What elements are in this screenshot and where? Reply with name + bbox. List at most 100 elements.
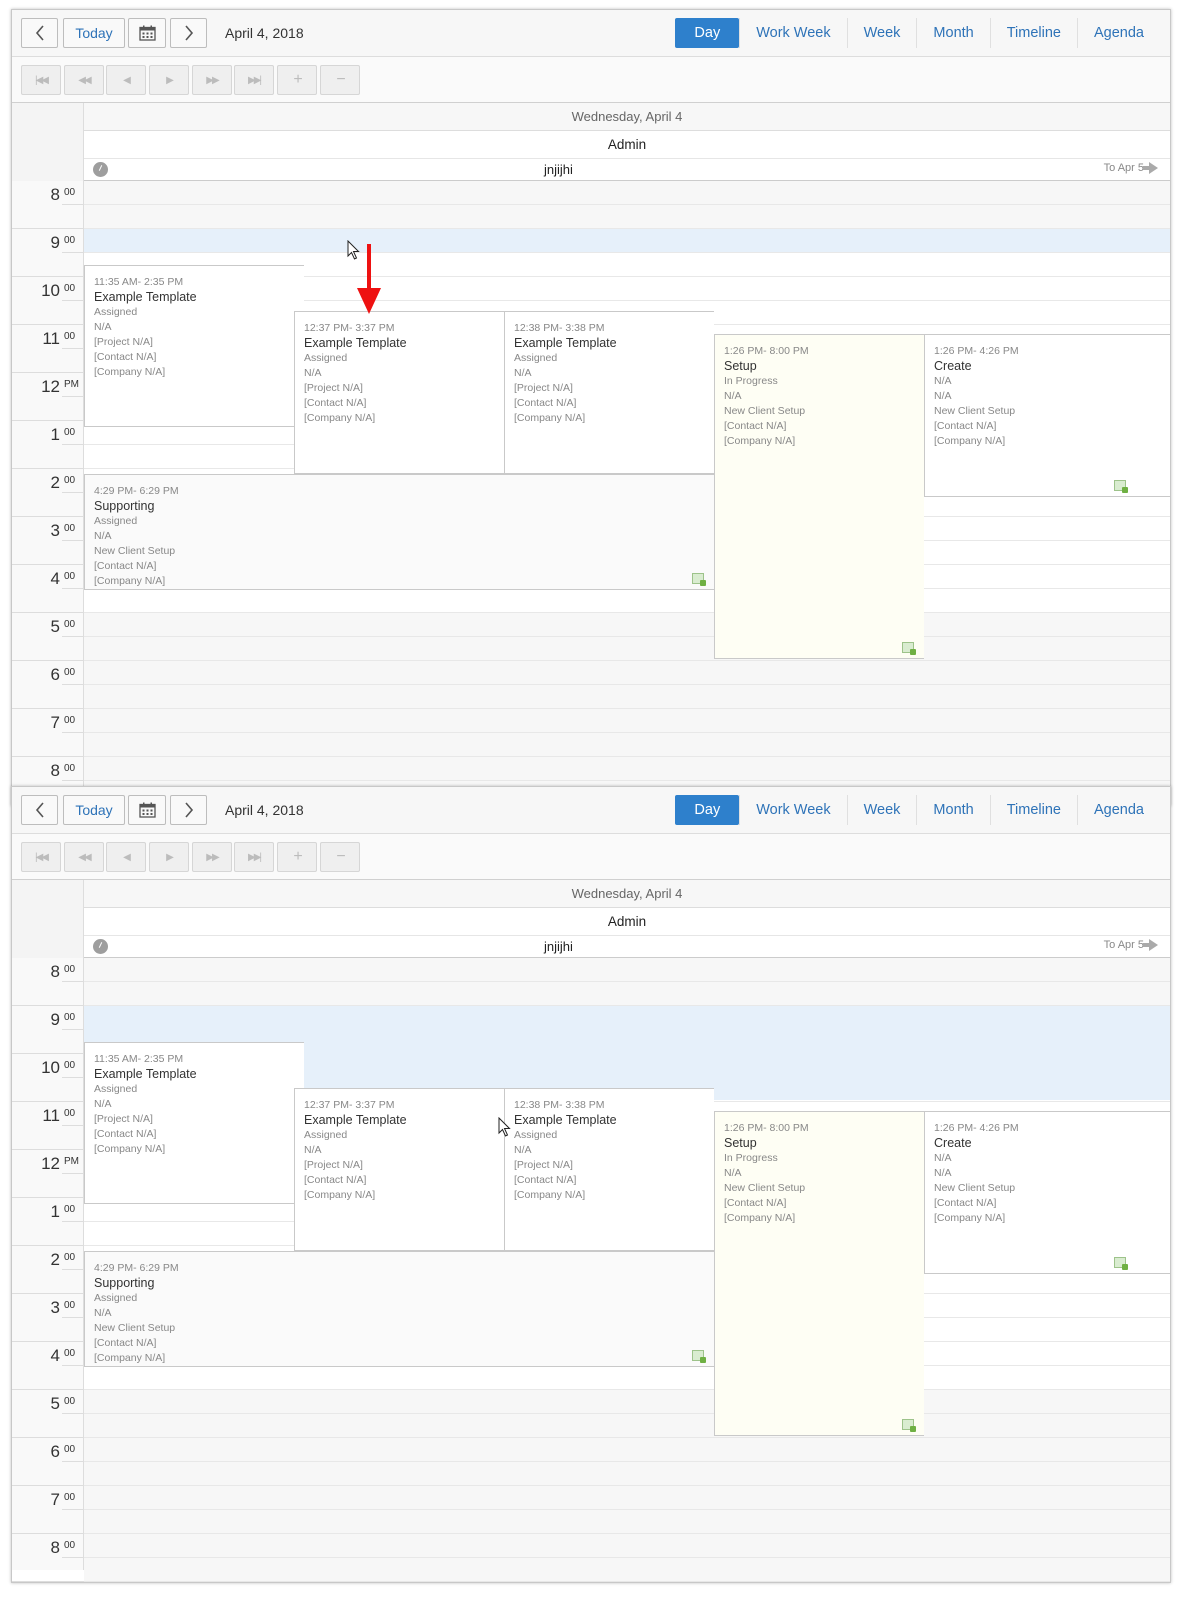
view-tab-timeline[interactable]: Timeline (989, 18, 1077, 48)
time-slots-area[interactable]: 8 00 9 00 10 00 11 00 12 PM 1 00 2 00 3 00 4 00 5 00 6 00 7 00 8… (12, 958, 1170, 1582)
first-button[interactable]: |◀◀ (21, 842, 61, 872)
day-header[interactable]: Wednesday, April 4 (84, 880, 1170, 908)
forward-button[interactable]: ▶ (149, 842, 189, 872)
zoom-out-button[interactable]: − (320, 65, 360, 95)
next-date-button[interactable] (170, 18, 207, 48)
to-next-day-link[interactable]: To Apr 5 (1104, 162, 1158, 174)
zoom-in-button[interactable]: + (277, 65, 317, 95)
appointment[interactable]: 12:37 PM- 3:37 PM Example Template Assigne… (294, 311, 514, 474)
time-slot[interactable] (84, 1486, 1170, 1510)
note-icon[interactable] (902, 1419, 916, 1432)
back-button[interactable]: ◀ (106, 65, 146, 95)
to-next-day-link[interactable]: To Apr 5 (1104, 939, 1158, 951)
appointment[interactable]: 1:26 PM- 4:26 PM Create N/A N/A New Client S… (924, 1111, 1170, 1274)
back-button[interactable]: ◀ (106, 842, 146, 872)
last-button[interactable]: ▶▶| (234, 65, 274, 95)
appointment[interactable]: 4:29 PM- 6:29 PM Supporting Assigned N/A New… (84, 474, 714, 590)
appointment[interactable]: 1:26 PM- 8:00 PM Setup In Progress N/A New C… (714, 334, 924, 659)
prev-date-button[interactable] (21, 795, 58, 825)
appointment-detail: Assigned (304, 352, 348, 364)
fast-back-button[interactable]: ◀◀ (64, 842, 104, 872)
view-tab-agenda[interactable]: Agenda (1077, 18, 1160, 48)
appointment[interactable]: 12:38 PM- 3:38 PM Example Template Assigne… (504, 311, 714, 474)
view-tab-day[interactable]: Day (675, 795, 740, 825)
date-picker-button[interactable] (128, 18, 166, 48)
time-slot[interactable] (84, 1534, 1170, 1558)
view-tab-day[interactable]: Day (675, 18, 740, 48)
appointment-content: 1:26 PM- 8:00 PM Setup In Progress N/A New C… (723, 335, 924, 658)
time-slot[interactable] (84, 685, 1170, 709)
time-slot[interactable] (84, 589, 1170, 613)
zoom-out-icon: − (336, 848, 345, 865)
hour-suffix: 00 (64, 619, 76, 630)
time-slot[interactable] (84, 733, 1170, 757)
appointment[interactable]: 12:37 PM- 3:37 PM Example Template Assigne… (294, 1088, 514, 1251)
appointment[interactable]: 4:29 PM- 6:29 PM Supporting Assigned N/A New… (84, 1251, 714, 1367)
time-slot[interactable] (84, 613, 1170, 637)
arrow-right-icon (1143, 939, 1158, 951)
time-slot[interactable] (84, 1438, 1170, 1462)
time-slot[interactable] (84, 982, 1170, 1006)
fast-forward-button[interactable]: ▶▶ (192, 842, 232, 872)
note-icon[interactable] (1114, 480, 1128, 493)
view-tab-agenda[interactable]: Agenda (1077, 795, 1160, 825)
appointment[interactable]: 11:35 AM- 2:35 PM Example Template Assigne… (84, 265, 304, 427)
selected-time-range[interactable] (84, 229, 1170, 252)
appointment[interactable]: 1:26 PM- 8:00 PM Setup In Progress N/A New C… (714, 1111, 924, 1436)
appointment-detail: [Company N/A] (514, 412, 586, 424)
zoom-out-button[interactable]: − (320, 842, 360, 872)
next-date-button[interactable] (170, 795, 207, 825)
view-tab-work-week[interactable]: Work Week (739, 795, 846, 825)
view-tab-month[interactable]: Month (916, 795, 989, 825)
zoom-in-button[interactable]: + (277, 842, 317, 872)
forward-button[interactable]: ▶ (149, 65, 189, 95)
appointment[interactable]: 12:38 PM- 3:38 PM Example Template Assigne… (504, 1088, 714, 1251)
time-slot[interactable] (84, 709, 1170, 733)
view-tab-work-week[interactable]: Work Week (739, 18, 846, 48)
back-icon: ◀ (123, 74, 131, 86)
hour-number: 2 (50, 473, 60, 492)
time-slot[interactable] (84, 1414, 1170, 1438)
time-slot[interactable] (84, 1558, 1170, 1582)
appointment-detail: In Progress (724, 375, 778, 387)
fast-back-button[interactable]: ◀◀ (64, 65, 104, 95)
time-slot[interactable] (84, 1462, 1170, 1486)
last-button[interactable]: ▶▶| (234, 842, 274, 872)
time-slot[interactable] (84, 181, 1170, 205)
today-button[interactable]: Today (63, 795, 125, 825)
appointment[interactable]: 1:26 PM- 4:26 PM Create N/A N/A New Client S… (924, 334, 1170, 497)
to-next-day-label: To Apr 5 (1103, 162, 1144, 174)
date-picker-button[interactable] (128, 795, 166, 825)
zoom-out-icon: − (336, 71, 345, 88)
time-slot[interactable] (84, 757, 1170, 781)
time-slot[interactable] (84, 1510, 1170, 1534)
hour-number: 1 (50, 425, 60, 444)
first-button[interactable]: |◀◀ (21, 65, 61, 95)
appointment-detail: New Client Setup (724, 1182, 806, 1194)
note-icon[interactable] (692, 573, 706, 586)
view-tab-month[interactable]: Month (916, 18, 989, 48)
time-slot[interactable] (84, 1366, 1170, 1390)
time-slot[interactable] (84, 661, 1170, 685)
view-tab-timeline[interactable]: Timeline (989, 795, 1077, 825)
note-icon[interactable] (692, 1350, 706, 1363)
note-icon[interactable] (902, 642, 916, 655)
fast-forward-button[interactable]: ▶▶ (192, 65, 232, 95)
time-slot[interactable] (84, 958, 1170, 982)
appointment-title: Example Template (94, 290, 197, 304)
appointment-detail: New Client Setup (934, 405, 1016, 417)
half-hour-tick (62, 348, 84, 349)
hour-number: 3 (50, 1298, 60, 1317)
time-slot[interactable] (84, 205, 1170, 229)
time-slot[interactable] (84, 1390, 1170, 1414)
view-tab-week[interactable]: Week (846, 18, 917, 48)
appointment[interactable]: 11:35 AM- 2:35 PM Example Template Assigne… (84, 1042, 304, 1204)
time-slot[interactable] (84, 637, 1170, 661)
note-icon[interactable] (1114, 1257, 1128, 1270)
view-tab-week[interactable]: Week (846, 795, 917, 825)
prev-date-button[interactable] (21, 18, 58, 48)
today-button[interactable]: Today (63, 18, 125, 48)
day-header[interactable]: Wednesday, April 4 (84, 103, 1170, 131)
time-slots-area[interactable]: 8 00 9 00 10 00 11 00 12 PM 1 00 2 00 3 00 4 00 5 00 6 00 7 00 8… (12, 181, 1170, 805)
zoom-in-icon: + (293, 848, 302, 865)
